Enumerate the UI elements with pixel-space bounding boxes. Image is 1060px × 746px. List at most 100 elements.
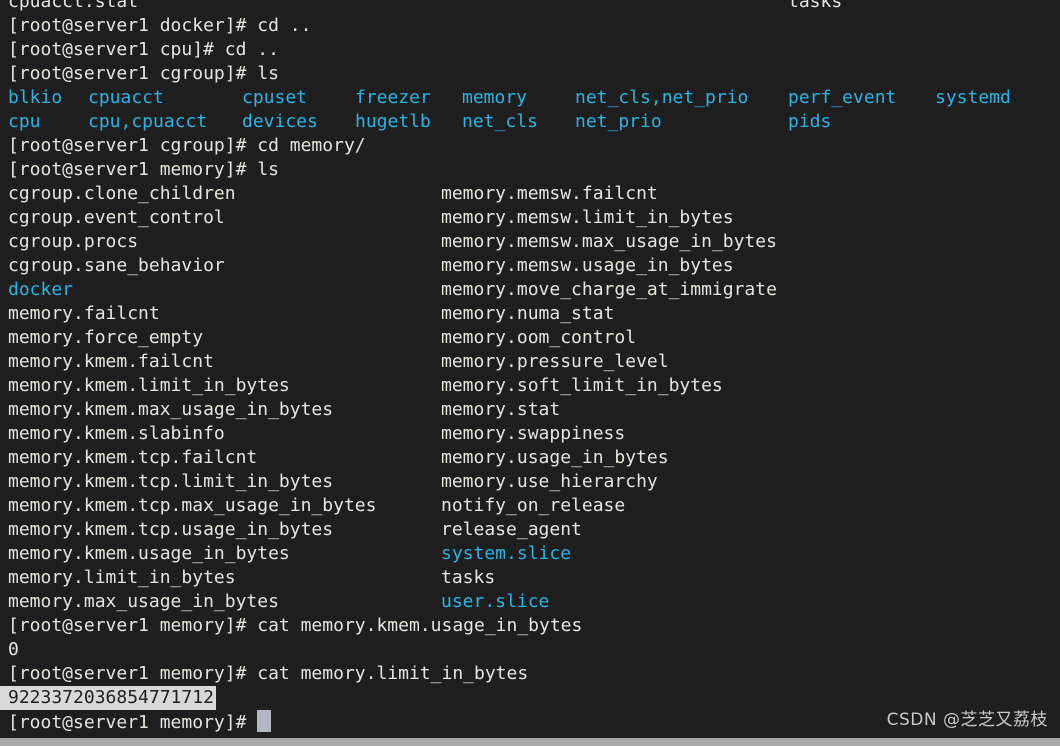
cgroup-entry[interactable]: net_cls,net_prio — [575, 86, 748, 110]
terminal-screen: cpuacct.stat tasks [root@server1 docker]… — [0, 0, 1060, 734]
memory-listing-file[interactable]: memory.limit_in_bytes — [8, 566, 236, 590]
memory-listing-row: cgroup.clone_children memory.memsw.failcn… — [0, 182, 1060, 206]
memory-listing-row: memory.max_usage_in_bytes user.slice — [0, 590, 1060, 614]
terminal-line-command-cat-kmem-usage: [root@server1 memory]# cat memory.kmem.u… — [0, 614, 1060, 638]
memory-listing-row: cgroup.sane_behavior memory.memsw.usage_i… — [0, 254, 1060, 278]
memory-listing-row: memory.kmem.tcp.failcnt memory.usage_in_b… — [0, 446, 1060, 470]
memory-listing-file[interactable]: memory.move_charge_at_immigrate — [441, 278, 777, 302]
prompt-memory: [root@server1 memory]# — [8, 712, 258, 733]
terminal-line-output-kmem-usage: 0 — [0, 638, 1060, 662]
cgroup-entry[interactable]: cpuacct — [88, 86, 164, 110]
command-cat-limit: cat memory.limit_in_bytes — [257, 663, 529, 684]
memory-listing-file[interactable]: memory.oom_control — [441, 326, 636, 350]
memory-listing-file[interactable]: memory.memsw.failcnt — [441, 182, 658, 206]
command-ls-memory: ls — [257, 159, 279, 180]
memory-listing-file[interactable]: release_agent — [441, 518, 582, 542]
memory-listing-file[interactable]: tasks — [441, 566, 495, 590]
prompt-memory: [root@server1 memory]# — [8, 159, 258, 180]
memory-listing-row: memory.kmem.slabinfo memory.swappiness — [0, 422, 1060, 446]
memory-listing-file[interactable]: memory.kmem.tcp.limit_in_bytes — [8, 470, 333, 494]
cgroup-entry[interactable]: devices — [242, 110, 318, 134]
memory-listing-file[interactable]: notify_on_release — [441, 494, 625, 518]
memory-listing-row: memory.kmem.max_usage_in_bytes memory.sta… — [0, 398, 1060, 422]
cgroup-entry[interactable]: hugetlb — [355, 110, 431, 134]
memory-listing-file[interactable]: memory.kmem.failcnt — [8, 350, 214, 374]
memory-listing-file[interactable]: cgroup.clone_children — [8, 182, 236, 206]
command-cd-up-2: cd .. — [224, 39, 279, 60]
memory-listing-file[interactable]: memory.kmem.tcp.failcnt — [8, 446, 257, 470]
memory-listing-row: memory.kmem.usage_in_bytes system.slice — [0, 542, 1060, 566]
memory-listing-file[interactable]: memory.memsw.limit_in_bytes — [441, 206, 734, 230]
memory-listing-file[interactable]: memory.force_empty — [8, 326, 203, 350]
prompt-cpu: [root@server1 cpu]# — [8, 39, 225, 60]
cgroup-entry[interactable]: net_cls — [462, 110, 538, 134]
text-cursor — [257, 710, 272, 732]
cgroup-listing-row-2: cpu cpu,cpuacct devices hugetlb net_cls … — [0, 110, 1060, 134]
prompt-cgroup: [root@server1 cgroup]# — [8, 63, 258, 84]
memory-listing-directory[interactable]: docker — [8, 278, 73, 302]
memory-listing-row: memory.force_empty memory.oom_control — [0, 326, 1060, 350]
scrollback-clipped-left: cpuacct.stat — [8, 0, 139, 12]
memory-listing-directory[interactable]: user.slice — [441, 590, 549, 614]
cgroup-entry[interactable]: pids — [788, 110, 831, 134]
cgroup-entry[interactable]: cpu,cpuacct — [88, 110, 207, 134]
output-kmem-usage-value: 0 — [8, 639, 19, 660]
memory-listing-file[interactable]: memory.kmem.tcp.max_usage_in_bytes — [8, 494, 376, 518]
prompt-cgroup: [root@server1 cgroup]# — [8, 135, 258, 156]
memory-listing-file[interactable]: memory.pressure_level — [441, 350, 669, 374]
command-ls-cgroup: ls — [257, 63, 279, 84]
memory-listing-file[interactable]: memory.kmem.limit_in_bytes — [8, 374, 290, 398]
cgroup-entry[interactable]: net_prio — [575, 110, 662, 134]
scrollback-clipped-right: tasks — [788, 0, 843, 12]
csdn-watermark: CSDN @芝芝又荔枝 — [886, 710, 1048, 730]
memory-listing-file[interactable]: cgroup.sane_behavior — [8, 254, 225, 278]
memory-listing-row: memory.kmem.tcp.limit_in_bytes memory.use… — [0, 470, 1060, 494]
terminal-line-command-ls-memory: [root@server1 memory]# ls — [0, 158, 1060, 182]
memory-listing-file[interactable]: memory.numa_stat — [441, 302, 614, 326]
memory-listing-file[interactable]: memory.kmem.usage_in_bytes — [8, 542, 290, 566]
memory-listing-row: memory.failcnt memory.numa_stat — [0, 302, 1060, 326]
cgroup-entry[interactable]: memory — [462, 86, 527, 110]
terminal-line-command-cd-memory: [root@server1 cgroup]# cd memory/ — [0, 134, 1060, 158]
memory-listing-file[interactable]: memory.memsw.usage_in_bytes — [441, 254, 734, 278]
terminal-line-command-cd-up-1: [root@server1 docker]# cd .. — [0, 14, 1060, 38]
terminal-line-scrollback-clipped: cpuacct.stat tasks — [0, 0, 1060, 14]
memory-listing-file[interactable]: memory.swappiness — [441, 422, 625, 446]
cgroup-entry[interactable]: systemd — [935, 86, 1011, 110]
memory-listing-directory[interactable]: system.slice — [441, 542, 571, 566]
cgroup-entry[interactable]: blkio — [8, 86, 62, 110]
memory-listing-file[interactable]: memory.max_usage_in_bytes — [8, 590, 279, 614]
memory-listing-file[interactable]: cgroup.event_control — [8, 206, 225, 230]
memory-listing-row: cgroup.event_control memory.memsw.limit_i… — [0, 206, 1060, 230]
terminal-line-command-cat-limit: [root@server1 memory]# cat memory.limit_… — [0, 662, 1060, 686]
cgroup-entry[interactable]: cpuset — [242, 86, 307, 110]
memory-listing-file[interactable]: memory.use_hierarchy — [441, 470, 658, 494]
memory-listing-row: memory.kmem.tcp.usage_in_bytes release_ag… — [0, 518, 1060, 542]
cgroup-entry[interactable]: freezer — [355, 86, 431, 110]
memory-listing-file[interactable]: memory.kmem.max_usage_in_bytes — [8, 398, 333, 422]
memory-listing-file[interactable]: memory.kmem.tcp.usage_in_bytes — [8, 518, 333, 542]
output-limit-value-selected[interactable]: 9223372036854771712 — [0, 686, 216, 710]
prompt-memory: [root@server1 memory]# — [8, 615, 258, 636]
terminal-line-command-ls-cgroup: [root@server1 cgroup]# ls — [0, 62, 1060, 86]
memory-listing-file[interactable]: memory.soft_limit_in_bytes — [441, 374, 723, 398]
memory-listing-file[interactable]: cgroup.procs — [8, 230, 138, 254]
cgroup-listing-row-1: blkio cpuacct cpuset freezer memory net_… — [0, 86, 1060, 110]
cgroup-entry[interactable]: perf_event — [788, 86, 896, 110]
memory-listing-file[interactable]: memory.stat — [441, 398, 560, 422]
memory-listing-file[interactable]: memory.failcnt — [8, 302, 160, 326]
terminal-window[interactable]: cpuacct.stat tasks [root@server1 docker]… — [0, 0, 1060, 746]
memory-listing-row: memory.kmem.limit_in_bytes memory.soft_li… — [0, 374, 1060, 398]
cgroup-entry[interactable]: cpu — [8, 110, 41, 134]
memory-listing-row: memory.limit_in_bytes tasks — [0, 566, 1060, 590]
memory-listing-file[interactable]: memory.usage_in_bytes — [441, 446, 669, 470]
memory-listing-file[interactable]: memory.memsw.max_usage_in_bytes — [441, 230, 777, 254]
memory-listing-row: cgroup.procs memory.memsw.max_usage_in_by… — [0, 230, 1060, 254]
memory-listing-file[interactable]: memory.kmem.slabinfo — [8, 422, 225, 446]
terminal-line-command-cd-up-2: [root@server1 cpu]# cd .. — [0, 38, 1060, 62]
memory-listing: cgroup.clone_children memory.memsw.failcn… — [0, 182, 1060, 614]
terminal-line-output-limit: 9223372036854771712 — [0, 686, 1060, 710]
prompt-memory: [root@server1 memory]# — [8, 663, 258, 684]
prompt-docker: [root@server1 docker]# — [8, 15, 258, 36]
command-cat-kmem-usage: cat memory.kmem.usage_in_bytes — [257, 615, 583, 636]
